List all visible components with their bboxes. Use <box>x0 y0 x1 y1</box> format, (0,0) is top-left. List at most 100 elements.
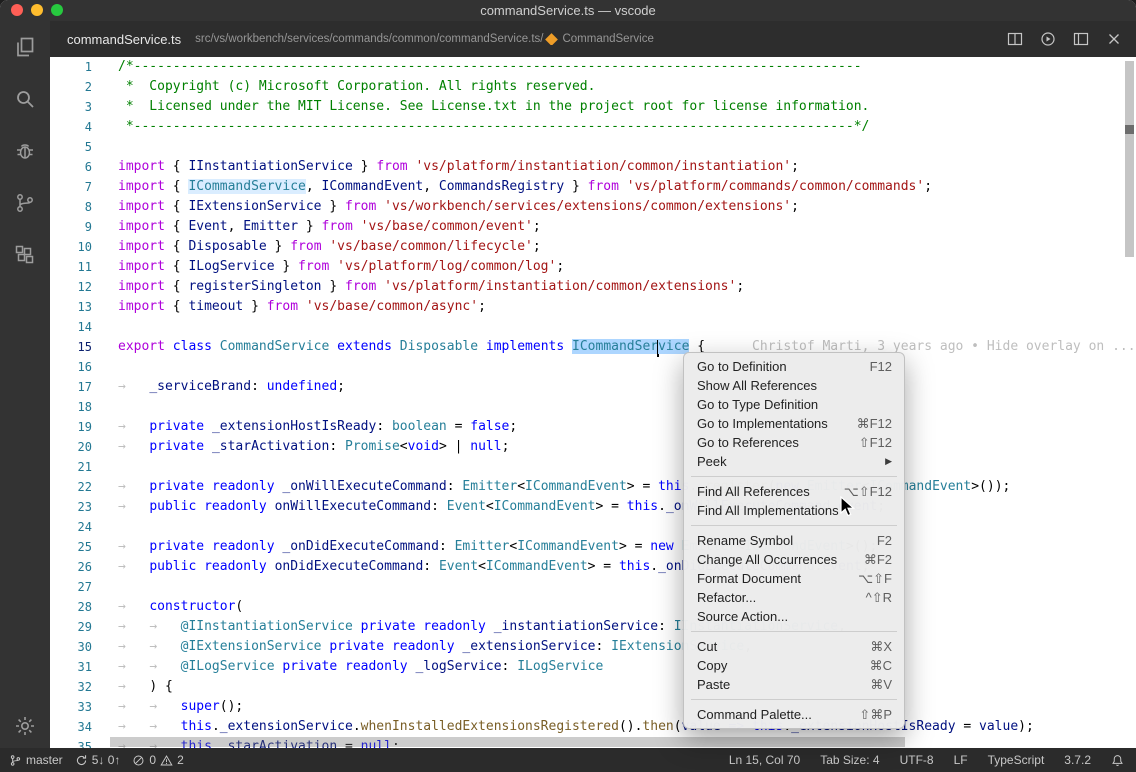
line-content <box>92 357 118 377</box>
status-branch[interactable]: master <box>9 753 63 767</box>
line-number: 23 <box>50 497 92 517</box>
menu-item-go-to-definition[interactable]: Go to DefinitionF12 <box>684 357 904 376</box>
activity-bar <box>0 21 50 748</box>
status-label: master <box>26 753 63 767</box>
code-line-5[interactable]: 5 <box>50 137 1136 157</box>
status-cursor-position[interactable]: Ln 15, Col 70 <box>729 753 800 767</box>
status-ts-version[interactable]: 3.7.2 <box>1064 753 1091 767</box>
code-line-2[interactable]: 2 * Copyright (c) Microsoft Corporation.… <box>50 77 1136 97</box>
breadcrumb-path[interactable]: src/vs/workbench/services/commands/commo… <box>195 33 543 45</box>
menu-item-shortcut: ⌘C <box>870 658 892 674</box>
menu-item-label: Refactor... <box>697 590 756 605</box>
code-line-19[interactable]: 19→ private _extensionHostIsReady: boole… <box>50 417 1136 437</box>
code-line-23[interactable]: 23→ public readonly onWillExecuteCommand… <box>50 497 1136 517</box>
line-number: 11 <box>50 257 92 277</box>
code-line-29[interactable]: 29→ → @IInstantiationService private rea… <box>50 617 1136 637</box>
menu-item-go-to-implementations[interactable]: Go to Implementations⌘F12 <box>684 414 904 433</box>
split-editor-button[interactable] <box>1007 31 1023 47</box>
minimize-window-button[interactable] <box>31 4 43 16</box>
activity-item-manage[interactable] <box>0 704 50 748</box>
menu-item-find-all-implementations[interactable]: Find All Implementations <box>684 501 904 520</box>
code-line-9[interactable]: 9import { Event, Emitter } from 'vs/base… <box>50 217 1136 237</box>
code-line-15[interactable]: 15export class CommandService extends Di… <box>50 337 1136 357</box>
vertical-scrollbar[interactable] <box>1125 61 1134 257</box>
status-problems[interactable]: 02 <box>132 753 183 767</box>
activity-item-extensions[interactable] <box>0 229 50 281</box>
menu-item-format-document[interactable]: Format Document⌥⇧F <box>684 569 904 588</box>
line-number: 35 <box>50 737 92 748</box>
menu-item-source-action[interactable]: Source Action... <box>684 607 904 626</box>
editor-layout-button[interactable] <box>1073 31 1089 47</box>
menu-item-label: Go to References <box>697 435 799 450</box>
status-encoding[interactable]: UTF-8 <box>900 753 934 767</box>
code-line-10[interactable]: 10import { Disposable } from 'vs/base/co… <box>50 237 1136 257</box>
code-line-22[interactable]: 22→ private readonly _onWillExecuteComma… <box>50 477 1136 497</box>
breadcrumb-symbol[interactable]: CommandService <box>562 33 653 45</box>
code-line-11[interactable]: 11import { ILogService } from 'vs/platfo… <box>50 257 1136 277</box>
code-line-8[interactable]: 8import { IExtensionService } from 'vs/w… <box>50 197 1136 217</box>
code-line-7[interactable]: 7import { ICommandService, ICommandEvent… <box>50 177 1136 197</box>
code-line-1[interactable]: 1/*-------------------------------------… <box>50 57 1136 77</box>
menu-item-peek[interactable]: Peek▶ <box>684 452 904 471</box>
code-line-20[interactable]: 20→ private _starActivation: Promise<voi… <box>50 437 1136 457</box>
code-line-32[interactable]: 32→ ) { <box>50 677 1136 697</box>
code-line-4[interactable]: 4 *-------------------------------------… <box>50 117 1136 137</box>
code-line-25[interactable]: 25→ private readonly _onDidExecuteComman… <box>50 537 1136 557</box>
code-line-17[interactable]: 17→ _serviceBrand: undefined; <box>50 377 1136 397</box>
menu-item-go-to-type-definition[interactable]: Go to Type Definition <box>684 395 904 414</box>
code-line-12[interactable]: 12import { registerSingleton } from 'vs/… <box>50 277 1136 297</box>
code-line-14[interactable]: 14 <box>50 317 1136 337</box>
menu-item-show-all-references[interactable]: Show All References <box>684 376 904 395</box>
code-line-33[interactable]: 33→ → super(); <box>50 697 1136 717</box>
code-line-13[interactable]: 13import { timeout } from 'vs/base/commo… <box>50 297 1136 317</box>
code-line-18[interactable]: 18 <box>50 397 1136 417</box>
menu-item-go-to-references[interactable]: Go to References ⇧F12 <box>684 433 904 452</box>
menu-item-label: Paste <box>697 677 730 692</box>
run-button[interactable] <box>1040 31 1056 47</box>
close-window-button[interactable] <box>11 4 23 16</box>
code-line-31[interactable]: 31→ → @ILogService private readonly _log… <box>50 657 1136 677</box>
horizontal-scrollbar[interactable] <box>110 737 905 747</box>
menu-item-find-all-references[interactable]: Find All References⌥⇧F12 <box>684 482 904 501</box>
files-icon <box>13 35 37 59</box>
code-line-34[interactable]: 34→ → this._extensionService.whenInstall… <box>50 717 1136 737</box>
status-label: 5↓ 0↑ <box>92 753 121 767</box>
code-line-21[interactable]: 21 <box>50 457 1136 477</box>
menu-item-command-palette[interactable]: Command Palette...⇧⌘P <box>684 705 904 724</box>
menu-item-change-all-occurrences[interactable]: Change All Occurrences⌘F2 <box>684 550 904 569</box>
status-notifications[interactable] <box>1111 754 1124 767</box>
titlebar[interactable]: commandService.ts — vscode <box>0 0 1136 21</box>
activity-item-explorer[interactable] <box>0 21 50 73</box>
breadcrumb[interactable]: src/vs/workbench/services/commands/commo… <box>195 33 997 45</box>
status-language-mode[interactable]: TypeScript <box>988 753 1045 767</box>
menu-item-shortcut: ⇧F12 <box>859 435 892 451</box>
code-line-27[interactable]: 27 <box>50 577 1136 597</box>
menu-separator <box>691 699 897 700</box>
menu-item-paste[interactable]: Paste⌘V <box>684 675 904 694</box>
menu-item-refactor[interactable]: Refactor...^⇧R <box>684 588 904 607</box>
line-content: import { IExtensionService } from 'vs/wo… <box>92 197 799 217</box>
zoom-window-button[interactable] <box>51 4 63 16</box>
code-line-26[interactable]: 26→ public readonly onDidExecuteCommand:… <box>50 557 1136 577</box>
menu-item-cut[interactable]: Cut⌘X <box>684 637 904 656</box>
close-editor-button[interactable] <box>1106 31 1122 47</box>
editor-tab-filename[interactable]: commandService.ts <box>67 32 181 47</box>
code-line-6[interactable]: 6import { IInstantiationService } from '… <box>50 157 1136 177</box>
activity-item-search[interactable] <box>0 73 50 125</box>
code-line-24[interactable]: 24 <box>50 517 1136 537</box>
activity-item-debug[interactable] <box>0 125 50 177</box>
code-line-3[interactable]: 3 * Licensed under the MIT License. See … <box>50 97 1136 117</box>
activity-item-source-control[interactable] <box>0 177 50 229</box>
line-number: 1 <box>50 57 92 77</box>
menu-item-label: Source Action... <box>697 609 788 624</box>
code-line-28[interactable]: 28→ constructor( <box>50 597 1136 617</box>
code-line-30[interactable]: 30→ → @IExtensionService private readonl… <box>50 637 1136 657</box>
code-line-16[interactable]: 16 <box>50 357 1136 377</box>
status-indentation[interactable]: Tab Size: 4 <box>820 753 879 767</box>
line-content: /*--------------------------------------… <box>92 57 862 77</box>
menu-item-copy[interactable]: Copy⌘C <box>684 656 904 675</box>
menu-item-rename-symbol[interactable]: Rename SymbolF2 <box>684 531 904 550</box>
status-eol[interactable]: LF <box>954 753 968 767</box>
editor[interactable]: 1/*-------------------------------------… <box>50 57 1136 748</box>
status-sync[interactable]: 5↓ 0↑ <box>75 753 121 767</box>
